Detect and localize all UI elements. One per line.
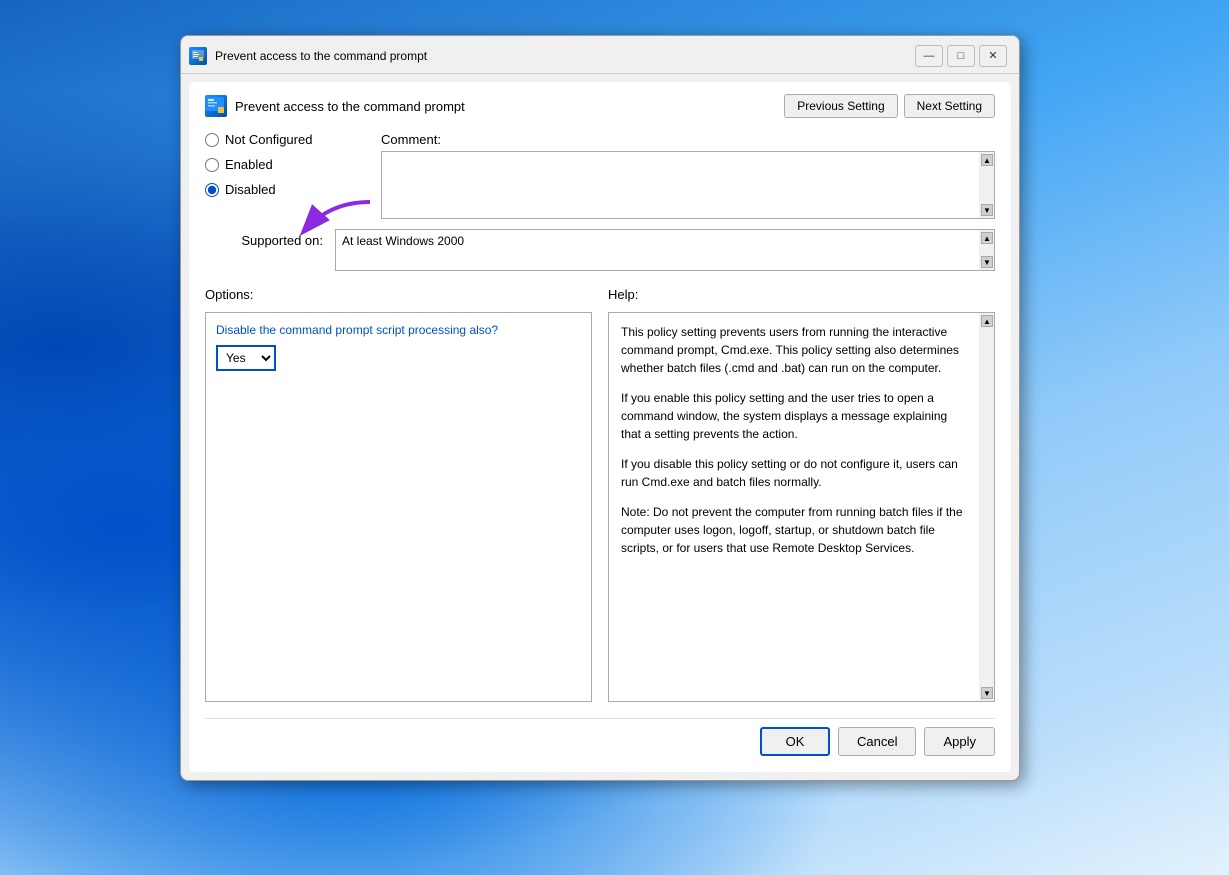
supported-on-value: At least Windows 2000 — [335, 229, 979, 271]
close-button[interactable]: ✕ — [979, 45, 1007, 67]
help-text-4: Note: Do not prevent the computer from r… — [621, 503, 967, 557]
comment-input-container: ▲ ▼ — [381, 151, 995, 219]
comment-scrollbar: ▲ ▼ — [979, 151, 995, 219]
comment-textarea[interactable] — [381, 151, 979, 219]
dialog-title-row: Prevent access to the command prompt — [205, 95, 465, 117]
help-text-box: This policy setting prevents users from … — [608, 312, 979, 702]
supported-scroll-down[interactable]: ▼ — [981, 256, 993, 268]
supported-on-container: At least Windows 2000 ▲ ▼ — [335, 229, 995, 271]
enabled-radio[interactable] — [205, 158, 219, 172]
help-section-label-wrapper: Help: — [608, 287, 995, 308]
title-bar-text: Prevent access to the command prompt — [215, 49, 915, 63]
radio-group: Not Configured Enabled Disabled — [205, 132, 365, 219]
not-configured-radio-label[interactable]: Not Configured — [205, 132, 365, 147]
comment-section: Comment: ▲ ▼ — [381, 132, 995, 219]
help-panel-wrapper: This policy setting prevents users from … — [608, 312, 995, 702]
supported-scroll-up[interactable]: ▲ — [981, 232, 993, 244]
cancel-button[interactable]: Cancel — [838, 727, 916, 756]
enabled-radio-label[interactable]: Enabled — [205, 157, 365, 172]
help-text-2: If you enable this policy setting and th… — [621, 389, 967, 443]
options-label: Options: — [205, 287, 592, 302]
enabled-label: Enabled — [225, 157, 273, 172]
supported-scrollbar: ▲ ▼ — [979, 229, 995, 271]
help-text-1: This policy setting prevents users from … — [621, 323, 967, 377]
help-label: Help: — [608, 287, 995, 302]
supported-on-label: Supported on: — [205, 229, 335, 248]
title-bar-icon — [189, 47, 207, 65]
help-text-3: If you disable this policy setting or do… — [621, 455, 967, 491]
apply-button[interactable]: Apply — [924, 727, 995, 756]
options-panel-wrapper: Disable the command prompt script proces… — [205, 312, 592, 702]
next-setting-button[interactable]: Next Setting — [904, 94, 995, 118]
options-section-label-wrapper: Options: — [205, 287, 592, 308]
option-item-description: Disable the command prompt script proces… — [216, 323, 581, 337]
options-panel: Disable the command prompt script proces… — [205, 312, 592, 702]
supported-on-row: Supported on: At least Windows 2000 ▲ ▼ — [205, 229, 995, 271]
dialog-title-icon — [205, 95, 227, 117]
comment-scroll-down[interactable]: ▼ — [981, 204, 993, 216]
script-processing-dropdown[interactable]: Yes No — [216, 345, 276, 371]
disabled-radio[interactable] — [205, 183, 219, 197]
help-scroll-up[interactable]: ▲ — [981, 315, 993, 327]
help-scroll-down[interactable]: ▼ — [981, 687, 993, 699]
title-bar-controls: — □ ✕ — [915, 45, 1007, 67]
dialog-header: Prevent access to the command prompt Pre… — [205, 94, 995, 118]
help-scrollbar: ▲ ▼ — [979, 312, 995, 702]
dialog-content: Prevent access to the command prompt Pre… — [189, 82, 1011, 772]
minimize-button[interactable]: — — [915, 45, 943, 67]
maximize-button[interactable]: □ — [947, 45, 975, 67]
not-configured-radio[interactable] — [205, 133, 219, 147]
settings-row: Not Configured Enabled Disabled Comment:… — [205, 132, 995, 219]
disabled-radio-label[interactable]: Disabled — [205, 182, 365, 197]
dialog-main-title: Prevent access to the command prompt — [235, 99, 465, 114]
title-bar: Prevent access to the command prompt — □… — [181, 36, 1019, 74]
previous-setting-button[interactable]: Previous Setting — [784, 94, 897, 118]
disabled-label: Disabled — [225, 182, 276, 197]
comment-label: Comment: — [381, 132, 995, 147]
dialog-window: Prevent access to the command prompt — □… — [180, 35, 1020, 781]
comment-scroll-up[interactable]: ▲ — [981, 154, 993, 166]
not-configured-label: Not Configured — [225, 132, 312, 147]
ok-button[interactable]: OK — [760, 727, 830, 756]
options-help-row: Disable the command prompt script proces… — [205, 312, 995, 702]
bottom-buttons: OK Cancel Apply — [205, 718, 995, 756]
header-buttons: Previous Setting Next Setting — [784, 94, 995, 118]
dropdown-row: Yes No — [216, 345, 581, 371]
